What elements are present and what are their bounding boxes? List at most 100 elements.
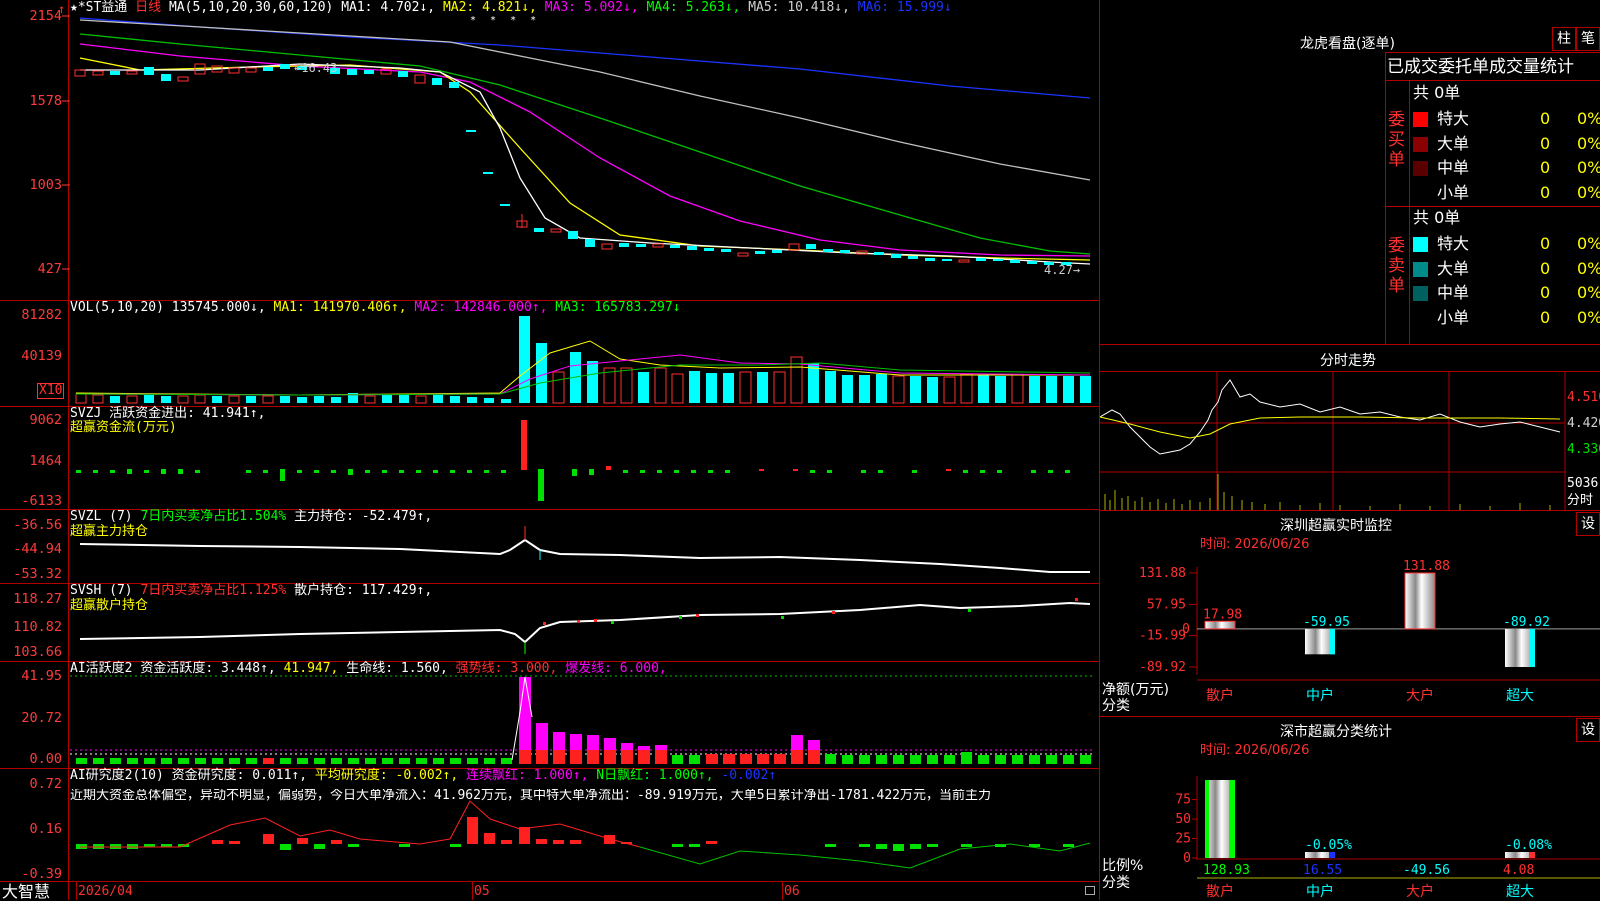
ai-research-chart[interactable]	[0, 769, 1100, 881]
buy-row: 特大 0 0%	[1413, 107, 1600, 131]
date-month-05: 05	[474, 884, 490, 899]
buy-name: 特大	[1437, 109, 1470, 128]
svsh-line	[79, 601, 1091, 644]
sell-pct: 0%	[1577, 234, 1600, 253]
intraday-price-high: 4.510	[1567, 390, 1600, 405]
sz-monitor-chart[interactable]: 131.88 57.95 -15.99 -89.92 0 17.98 散户 -59.95 中户 1…	[1100, 556, 1600, 716]
sell-total: 共 0单	[1413, 208, 1461, 227]
sell-row: 小单 0 0%	[1413, 306, 1600, 330]
brand-logo: 大智慧	[2, 882, 51, 901]
buy-color-swatch	[1413, 112, 1428, 127]
sz-class-ylabel: 比例%	[1102, 858, 1144, 874]
ma5-line	[79, 19, 1091, 181]
bar-edge	[1205, 780, 1209, 858]
svsh-chart[interactable]	[0, 584, 1100, 661]
amount-label: 4.08	[1503, 863, 1534, 878]
sell-color-swatch	[1413, 310, 1428, 326]
ai-active-green-bars	[76, 752, 1091, 764]
bar-大户	[1405, 573, 1435, 629]
intraday-chart[interactable]	[1100, 372, 1600, 510]
right-sidebar: 龙虎看盘(逐单) 柱 笔 已成交委托单成交量统计 委买单 委卖单 共 0单 共 …	[1100, 0, 1600, 900]
price-chart[interactable]: ↑	[0, 0, 1100, 300]
sell-pct: 0%	[1577, 283, 1600, 302]
sz-monitor-settings-button[interactable]: 设	[1576, 512, 1600, 536]
intraday-avg-line	[1100, 416, 1561, 439]
ai-active-magenta-bars	[519, 677, 820, 750]
volume-chart[interactable]	[0, 301, 1100, 406]
y-tick-label: -15.99	[1139, 629, 1186, 644]
buy-name: 中单	[1437, 158, 1470, 177]
svzj-chart[interactable]	[0, 407, 1100, 509]
y-tick-label: 131.88	[1139, 566, 1186, 581]
ai-active-chart[interactable]	[0, 662, 1100, 768]
sz-class-xlabel: 分类	[1102, 875, 1130, 891]
svzl-chart[interactable]	[0, 510, 1100, 583]
sell-name: 小单	[1437, 307, 1470, 327]
buy-row: 小单 0 0%	[1413, 181, 1600, 205]
category-label: 散户	[1206, 883, 1234, 900]
ma2-line	[79, 57, 1091, 261]
buy-label: 委买单	[1388, 110, 1405, 170]
category-label: 中户	[1306, 883, 1334, 900]
y-tick-label: 50	[1175, 812, 1191, 827]
sell-count: 0	[1540, 283, 1551, 302]
sell-row: 大单 0 0%	[1413, 257, 1600, 281]
sell-label: 委卖单	[1388, 236, 1405, 296]
sell-color-swatch	[1413, 237, 1428, 252]
date-tick	[472, 882, 473, 900]
amount-label: -49.56	[1403, 863, 1450, 878]
sell-count: 0	[1540, 307, 1551, 327]
buy-row: 大单 0 0%	[1413, 132, 1600, 156]
up-arrow-icon: ↑	[58, 2, 65, 16]
divider	[1100, 344, 1600, 345]
divider	[1100, 510, 1600, 511]
ma1-line	[80, 63, 1091, 265]
buy-count: 0	[1540, 182, 1551, 202]
sell-name: 大单	[1437, 258, 1470, 278]
data-label: -89.92	[1503, 615, 1550, 630]
data-label: -0.08%	[1505, 838, 1552, 853]
bar-edge	[1530, 628, 1535, 667]
sell-pct: 0%	[1577, 307, 1600, 327]
kline-chart-area[interactable]: ★*ST益通 日线 MA(5,10,20,30,60,120) MA1: 4.7…	[0, 0, 1100, 900]
category-label: 散户	[1206, 687, 1234, 704]
data-label: -59.95	[1303, 615, 1350, 630]
volume-bars	[75, 316, 1091, 404]
sell-name: 中单	[1437, 283, 1470, 302]
tick-mode-button[interactable]: 笔	[1576, 27, 1600, 51]
bar-散户	[1205, 621, 1235, 629]
buy-color-swatch	[1413, 161, 1428, 176]
divider	[1385, 80, 1600, 81]
intraday-volume-max: 5036	[1567, 476, 1599, 491]
data-label: 131.88	[1403, 559, 1450, 574]
lock-icon[interactable]	[1085, 886, 1095, 895]
sell-row: 中单 0 0%	[1413, 281, 1600, 305]
buy-count: 0	[1540, 158, 1551, 177]
bar-edge	[1229, 780, 1235, 858]
longhu-tabs[interactable]: 已成交委托单成交量统计	[1387, 57, 1600, 77]
sz-class-settings-button[interactable]: 设	[1576, 718, 1600, 742]
amount-label: 16.55	[1303, 863, 1342, 878]
category-label: 超大	[1506, 884, 1534, 900]
buy-color-swatch	[1413, 185, 1428, 201]
y-tick-label: 0	[1183, 851, 1191, 866]
sell-color-swatch	[1413, 286, 1428, 301]
y-tick-label: 25	[1175, 832, 1191, 847]
sz-monitor-ylabel: 净额(万元)	[1102, 682, 1169, 698]
buy-pct: 0%	[1577, 109, 1600, 128]
date-tick	[76, 882, 77, 900]
buy-name: 小单	[1437, 182, 1470, 202]
divider	[1385, 52, 1600, 53]
buy-total: 共 0单	[1413, 83, 1461, 102]
date-start: 2026/04	[78, 884, 133, 899]
category-label: 中户	[1306, 687, 1334, 704]
bar-mode-button[interactable]: 柱	[1552, 27, 1576, 51]
sell-count: 0	[1540, 258, 1551, 278]
sz-class-date: 时间: 2026/06/26	[1200, 743, 1310, 758]
sz-monitor-title: 深圳超赢实时监控	[1280, 518, 1392, 534]
buy-pct: 0%	[1577, 182, 1600, 202]
ma6-line	[79, 17, 1091, 99]
sell-color-swatch	[1413, 261, 1428, 277]
y-tick-label: 0	[1182, 622, 1190, 637]
sz-class-chart[interactable]: 75 50 25 0 128.93 散户 -0.05% 16.55 中户 -49.56 大户 -0.0…	[1100, 760, 1600, 900]
